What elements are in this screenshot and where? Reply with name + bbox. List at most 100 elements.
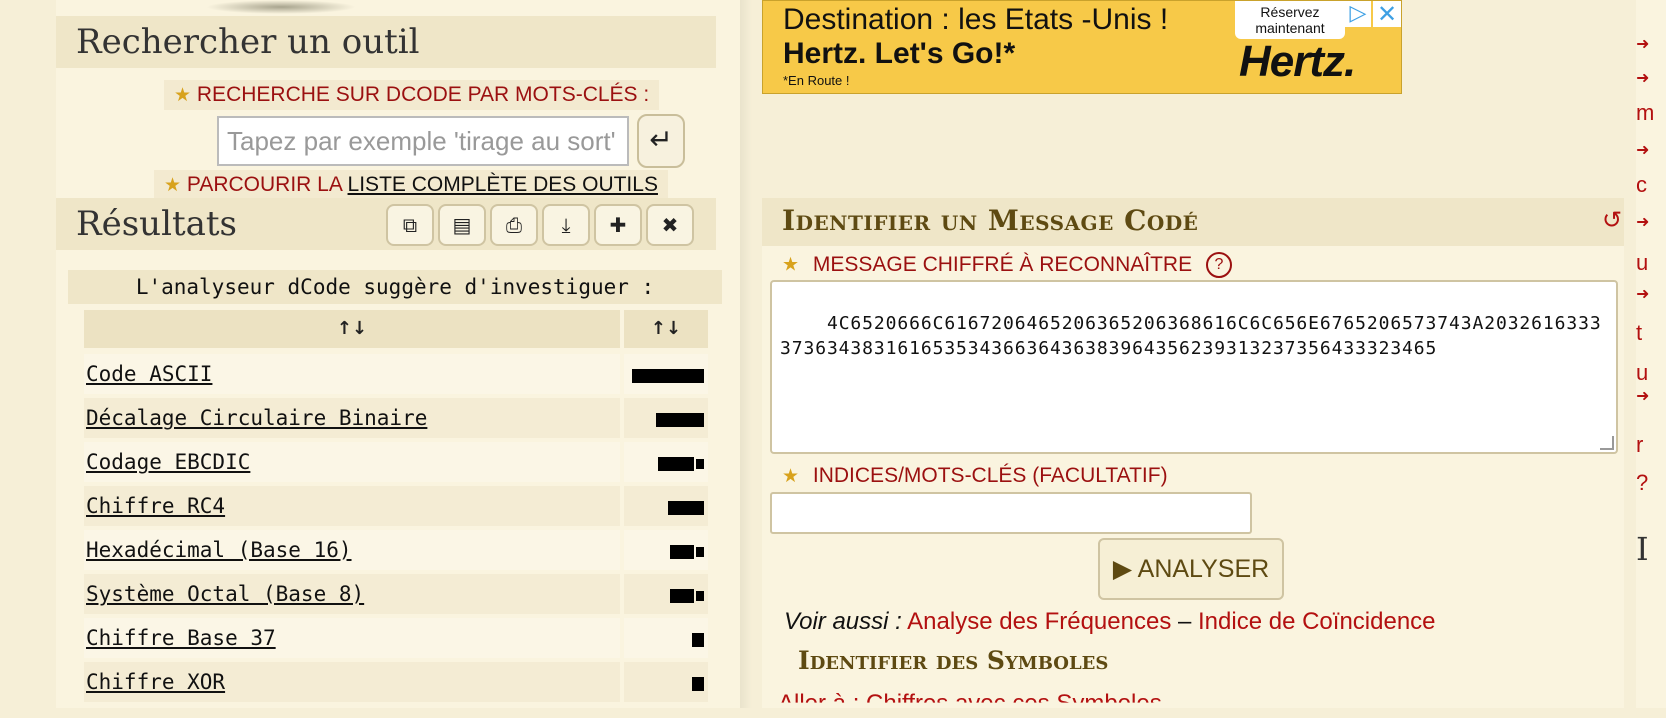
pin-button[interactable]: ✚ <box>594 204 642 246</box>
tool-link[interactable]: Chiffre XOR <box>84 662 620 702</box>
tool-link[interactable]: Chiffre Base 37 <box>84 618 620 658</box>
ad-footnote: *En Route ! <box>783 73 850 88</box>
score-bar <box>692 633 704 647</box>
tool-link[interactable]: Décalage Circulaire Binaire <box>84 398 620 438</box>
analyze-button[interactable]: ▶ ANALYSER <box>1098 538 1284 600</box>
score-bar <box>658 457 694 471</box>
download-button[interactable]: ⤓ <box>542 204 590 246</box>
save-button[interactable]: ▤ <box>438 204 486 246</box>
close-icon: ✖ <box>661 213 679 237</box>
table-row: Chiffre Base 37 <box>84 618 708 658</box>
message-label-row: ★ MESSAGE CHIFFRÉ À RECONNAÎTRE ? <box>782 252 1232 278</box>
score-bar <box>670 545 694 559</box>
cipher-message-value: 4C6520666C6167206465206365206368616C6C65… <box>780 313 1602 359</box>
hints-label: INDICES/MOTS-CLÉS (FACULTATIF) <box>812 464 1168 487</box>
coincidence-index-link[interactable]: Indice de Coïncidence <box>1198 608 1436 635</box>
star-icon: ★ <box>174 85 192 106</box>
score-cell <box>624 618 708 658</box>
sidebar-letter[interactable]: u <box>1636 250 1648 276</box>
search-section-title: Rechercher un outil <box>56 16 716 68</box>
score-bar <box>668 501 704 515</box>
logo-fragment <box>206 0 356 14</box>
table-row: Code ASCII <box>84 354 708 394</box>
copy-button[interactable]: ⧉ <box>386 204 434 246</box>
identify-symbols-heading[interactable]: Identifier des Symboles <box>798 646 1108 675</box>
enter-icon: ↵ <box>649 123 673 156</box>
sort-header-name[interactable]: ↑↓ <box>84 310 620 348</box>
see-also-lead: Voir aussi : <box>784 608 902 635</box>
browse-prefix: PARCOURIR LA <box>186 173 348 196</box>
sort-header-score[interactable]: ↑↓ <box>624 310 708 348</box>
cipher-message-textarea[interactable]: 4C6520666C6167206465206365206368616C6C65… <box>770 280 1618 454</box>
sidebar-arrow-icon: ➜ <box>1636 140 1650 159</box>
search-submit-button[interactable]: ↵ <box>637 114 685 168</box>
sidebar-arrow-icon: ➜ <box>1636 284 1650 303</box>
help-icon[interactable]: ? <box>1205 252 1232 278</box>
tool-link[interactable]: Chiffre RC4 <box>84 486 620 526</box>
ad-slogan: Hertz. Let's Go!* <box>783 37 1016 70</box>
ad-reserve-button[interactable]: Réservez maintenant <box>1235 1 1345 39</box>
cut-off-next-line[interactable]: Aller à : Chiffres avec ces Symboles <box>778 690 1162 703</box>
star-icon: ★ <box>782 466 800 487</box>
copy-icon: ⧉ <box>402 213 418 237</box>
score-bar <box>632 369 704 383</box>
save-icon: ▤ <box>452 213 472 237</box>
sidebar-letter[interactable]: I <box>1636 530 1649 568</box>
tool-link[interactable]: Codage EBCDIC <box>84 442 620 482</box>
print-icon: ⎙ <box>506 213 522 237</box>
play-icon: ▶ <box>1112 555 1133 583</box>
message-label: MESSAGE CHIFFRÉ À RECONNAÎTRE <box>812 252 1193 276</box>
score-bar <box>656 413 704 427</box>
close-button[interactable]: ✖ <box>646 204 694 246</box>
tool-link[interactable]: Système Octal (Base 8) <box>84 574 620 614</box>
hints-input[interactable] <box>770 492 1252 534</box>
tool-link[interactable]: Hexadécimal (Base 16) <box>84 530 620 570</box>
pin-icon: ✚ <box>609 213 627 237</box>
analyze-label: ANALYSER <box>1137 555 1270 583</box>
resize-grip-icon[interactable] <box>1600 436 1614 450</box>
tool-list-link[interactable]: LISTE COMPLÈTE DES OUTILS <box>348 173 658 196</box>
download-icon: ⤓ <box>561 213 571 237</box>
score-cell <box>624 530 708 570</box>
score-bar-half <box>696 547 704 557</box>
table-row: Codage EBCDIC <box>84 442 708 482</box>
score-cell <box>624 442 708 482</box>
star-icon: ★ <box>164 175 182 196</box>
see-also-row: Voir aussi : Analyse des Fréquences – In… <box>784 608 1436 636</box>
ad-banner[interactable]: Destination : les Etats -Unis ! Hertz. L… <box>762 0 1402 94</box>
score-cell <box>624 354 708 394</box>
sidebar-arrow-icon: ➜ <box>1636 212 1650 231</box>
star-icon: ★ <box>782 254 800 276</box>
hints-label-row: ★ INDICES/MOTS-CLÉS (FACULTATIF) <box>782 464 1168 488</box>
sidebar-letter[interactable]: u <box>1636 360 1648 386</box>
refresh-icon[interactable]: ↺ <box>1602 206 1622 234</box>
sidebar-arrow-icon: ➜ <box>1636 68 1650 87</box>
score-cell <box>624 486 708 526</box>
ad-close-icon[interactable]: ✕ <box>1373 1 1401 27</box>
sidebar-letter[interactable]: ? <box>1636 470 1648 496</box>
sidebar-letter[interactable]: r <box>1636 432 1643 458</box>
sidebar-letter[interactable]: c <box>1636 172 1647 198</box>
score-cell <box>624 398 708 438</box>
table-row: Hexadécimal (Base 16) <box>84 530 708 570</box>
frequency-analysis-link[interactable]: Analyse des Fréquences <box>907 608 1171 635</box>
table-row: Décalage Circulaire Binaire <box>84 398 708 438</box>
panel-title-bar: Identifier un Message Codé ↺ <box>762 198 1624 246</box>
tool-link[interactable]: Code ASCII <box>84 354 620 394</box>
ad-brand-logo: Hertz. <box>1239 37 1356 86</box>
score-cell <box>624 662 708 702</box>
score-bar-half <box>696 591 704 601</box>
sidebar-letter[interactable]: t <box>1636 320 1642 346</box>
ad-headline: Destination : les Etats -Unis ! <box>783 3 1169 36</box>
print-button[interactable]: ⎙ <box>490 204 538 246</box>
identify-panel: Identifier un Message Codé ↺ ★ MESSAGE C… <box>762 198 1624 708</box>
search-input[interactable]: Tapez par exemple 'tirage au sort' <box>217 116 629 166</box>
sidebar-arrow-icon: ➜ <box>1636 386 1650 405</box>
panel-title: Identifier un Message Codé <box>782 204 1199 237</box>
column-shadow <box>740 0 752 708</box>
table-row: Chiffre XOR <box>84 662 708 702</box>
sidebar-letter[interactable]: m <box>1636 100 1654 126</box>
score-bar-half <box>696 459 704 469</box>
adchoices-icon[interactable]: ▷ <box>1345 1 1371 27</box>
browse-row: ★ PARCOURIR LA LISTE COMPLÈTE DES OUTILS <box>154 170 668 200</box>
